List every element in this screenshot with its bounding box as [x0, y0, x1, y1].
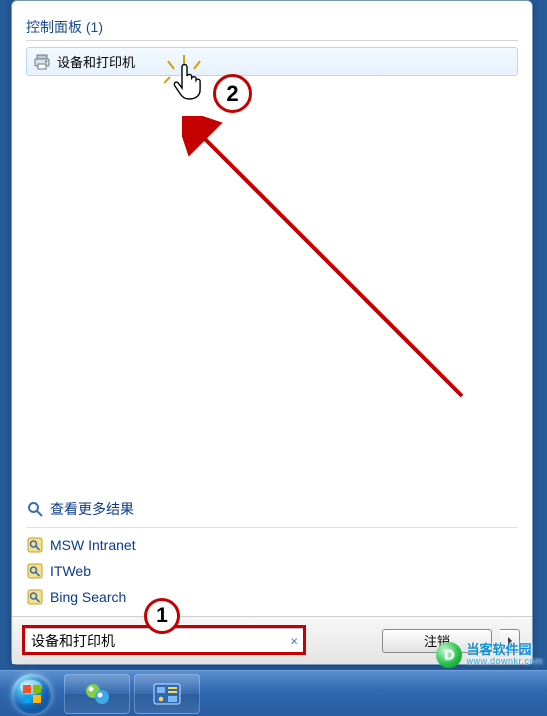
search-provider-bing[interactable]: Bing Search [26, 584, 518, 610]
watermark-text: 当客软件园 www.downkr.com [466, 643, 543, 666]
intranet-icon [26, 536, 44, 554]
search-results-area: 控制面板 (1) 设备和打印机 2 [12, 1, 532, 664]
taskbar-app-messenger[interactable] [64, 674, 130, 714]
annotation-step-2: 2 [213, 74, 252, 113]
search-provider-itweb[interactable]: ITWeb [26, 558, 518, 584]
messenger-icon [82, 680, 112, 708]
taskbar-app-control-panel[interactable] [134, 674, 200, 714]
provider-label: MSW Intranet [50, 537, 136, 553]
bottom-links: 查看更多结果 MSW Intranet ITWeb Bing Search [26, 495, 518, 610]
bing-icon [26, 588, 44, 606]
watermark-logo-icon [436, 642, 462, 668]
hand-cursor-icon [168, 63, 204, 103]
search-provider-msw-intranet[interactable]: MSW Intranet [26, 532, 518, 558]
itweb-icon [26, 562, 44, 580]
result-label: 设备和打印机 [57, 52, 135, 71]
printer-icon [33, 53, 51, 71]
taskbar [0, 670, 547, 716]
watermark: 当客软件园 www.downkr.com [436, 642, 543, 668]
clear-search-button[interactable]: × [290, 633, 298, 648]
provider-label: ITWeb [50, 563, 91, 579]
result-devices-and-printers[interactable]: 设备和打印机 [26, 47, 518, 76]
section-header-control-panel: 控制面板 (1) [26, 17, 518, 41]
provider-label: Bing Search [50, 589, 126, 605]
start-button[interactable] [4, 672, 60, 716]
annotation-step-1: 1 [144, 598, 180, 634]
divider [26, 527, 518, 528]
magnifier-icon [26, 500, 44, 518]
see-more-results-link[interactable]: 查看更多结果 [26, 495, 518, 523]
watermark-url: www.downkr.com [466, 657, 543, 666]
see-more-label: 查看更多结果 [50, 499, 134, 519]
windows-flag-icon [23, 685, 41, 703]
control-panel-icon [152, 682, 182, 706]
windows-orb-icon [12, 674, 52, 714]
annotation-arrow [182, 116, 482, 416]
start-menu-search-panel: 控制面板 (1) 设备和打印机 2 [11, 0, 533, 665]
